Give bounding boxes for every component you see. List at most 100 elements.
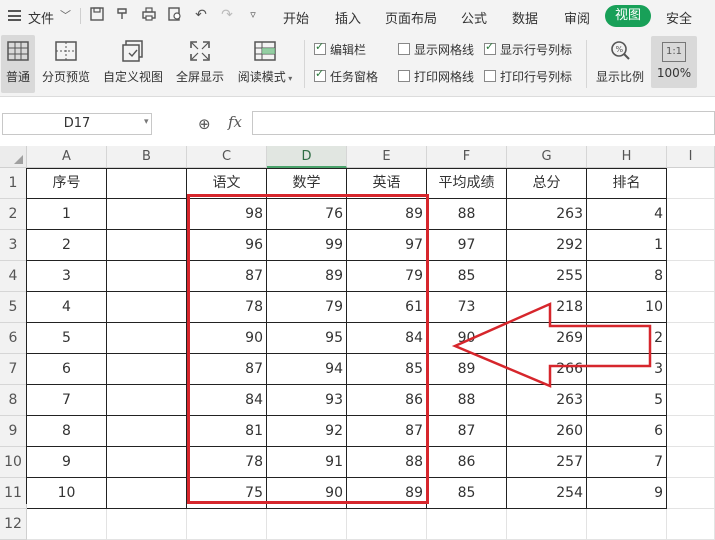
column-header-b[interactable]: B (107, 146, 187, 168)
table-cell[interactable]: 98 (187, 199, 267, 230)
table-cell[interactable]: 85 (427, 261, 507, 292)
table-cell[interactable]: 91 (267, 447, 347, 478)
empty-cell[interactable] (667, 261, 715, 292)
empty-cell[interactable] (667, 416, 715, 447)
table-cell[interactable]: 87 (187, 261, 267, 292)
table-cell[interactable] (107, 230, 187, 261)
hamburger-menu-icon[interactable] (8, 10, 21, 21)
tab-formulas[interactable]: 公式 (461, 8, 487, 27)
tab-security[interactable]: 安全 (666, 8, 692, 27)
table-cell[interactable] (107, 478, 187, 509)
empty-cell[interactable] (667, 509, 715, 540)
empty-cell[interactable] (187, 509, 267, 540)
empty-cell[interactable] (267, 509, 347, 540)
chevron-down-icon[interactable]: ﹀ (60, 7, 71, 23)
table-cell[interactable] (107, 323, 187, 354)
table-cell[interactable] (107, 416, 187, 447)
table-cell[interactable]: 78 (187, 447, 267, 478)
table-cell[interactable]: 76 (267, 199, 347, 230)
table-cell[interactable]: 6 (587, 416, 667, 447)
column-header-c[interactable]: C (187, 146, 267, 168)
empty-cell[interactable] (667, 478, 715, 509)
table-cell[interactable]: 99 (267, 230, 347, 261)
table-cell[interactable] (107, 292, 187, 323)
empty-cell[interactable] (347, 509, 427, 540)
tab-review[interactable]: 审阅 (564, 8, 590, 27)
column-header-f[interactable]: F (427, 146, 507, 168)
table-cell[interactable]: 3 (587, 354, 667, 385)
zoom-100-button[interactable]: 1:1 100% (651, 36, 697, 88)
row-header-5[interactable]: 5 (0, 292, 27, 323)
empty-cell[interactable] (107, 509, 187, 540)
table-cell[interactable]: 90 (267, 478, 347, 509)
empty-cell[interactable] (667, 385, 715, 416)
name-box[interactable]: D17 (2, 113, 152, 135)
empty-cell[interactable] (507, 509, 587, 540)
table-cell[interactable]: 263 (507, 385, 587, 416)
table-cell[interactable]: 263 (507, 199, 587, 230)
table-cell[interactable]: 269 (507, 323, 587, 354)
table-header-cell[interactable]: 英语 (347, 168, 427, 199)
table-cell[interactable]: 85 (427, 478, 507, 509)
row-header-11[interactable]: 11 (0, 478, 27, 509)
empty-cell[interactable] (667, 323, 715, 354)
table-cell[interactable]: 4 (27, 292, 107, 323)
chevron-down-icon[interactable]: ▾ (144, 117, 149, 127)
column-header-a[interactable]: A (27, 146, 107, 168)
undo-icon[interactable]: ↶ (192, 6, 210, 24)
table-cell[interactable]: 90 (427, 323, 507, 354)
save-icon[interactable] (88, 6, 106, 24)
zoom-in-icon[interactable]: ⊕ (198, 115, 211, 133)
table-header-cell[interactable]: 排名 (587, 168, 667, 199)
reading-mode-button[interactable]: 阅读模式 ▾ (234, 35, 296, 93)
table-cell[interactable]: 266 (507, 354, 587, 385)
table-cell[interactable]: 10 (587, 292, 667, 323)
table-cell[interactable] (107, 261, 187, 292)
file-menu[interactable]: 文件 (28, 8, 54, 27)
table-cell[interactable]: 8 (587, 261, 667, 292)
full-screen-button[interactable]: 全屏显示 (174, 35, 226, 93)
formula-bar-checkbox[interactable] (314, 40, 326, 55)
table-cell[interactable]: 75 (187, 478, 267, 509)
table-cell[interactable]: 2 (587, 323, 667, 354)
table-cell[interactable]: 8 (27, 416, 107, 447)
print-icon[interactable] (140, 6, 158, 24)
table-cell[interactable]: 257 (507, 447, 587, 478)
table-cell[interactable]: 5 (27, 323, 107, 354)
show-gridlines-checkbox[interactable] (398, 43, 410, 55)
empty-cell[interactable] (27, 509, 107, 540)
table-cell[interactable]: 7 (587, 447, 667, 478)
column-header-i[interactable]: I (667, 146, 715, 168)
table-cell[interactable]: 97 (427, 230, 507, 261)
table-cell[interactable]: 79 (347, 261, 427, 292)
format-painter-icon[interactable] (114, 6, 132, 24)
table-cell[interactable]: 88 (427, 199, 507, 230)
select-all-corner[interactable] (0, 146, 27, 168)
table-cell[interactable]: 87 (347, 416, 427, 447)
tab-data[interactable]: 数据 (512, 8, 538, 27)
show-headers-checkbox[interactable] (484, 40, 496, 55)
table-cell[interactable]: 78 (187, 292, 267, 323)
row-header-12[interactable]: 12 (0, 509, 27, 540)
column-header-e[interactable]: E (347, 146, 427, 168)
table-cell[interactable]: 6 (27, 354, 107, 385)
table-header-cell[interactable]: 语文 (187, 168, 267, 199)
row-header-2[interactable]: 2 (0, 199, 27, 230)
table-cell[interactable]: 88 (347, 447, 427, 478)
table-cell[interactable] (107, 385, 187, 416)
table-cell[interactable]: 88 (427, 385, 507, 416)
normal-view-button[interactable]: 普通 (1, 35, 35, 93)
row-header-7[interactable]: 7 (0, 354, 27, 385)
table-cell[interactable]: 7 (27, 385, 107, 416)
print-gridlines-checkbox[interactable] (398, 70, 410, 82)
row-header-4[interactable]: 4 (0, 261, 27, 292)
table-cell[interactable] (107, 447, 187, 478)
table-cell[interactable]: 94 (267, 354, 347, 385)
customize-quick-access-icon[interactable]: ▿ (244, 6, 262, 24)
table-cell[interactable]: 96 (187, 230, 267, 261)
table-cell[interactable]: 292 (507, 230, 587, 261)
tab-page-layout[interactable]: 页面布局 (385, 8, 437, 27)
table-cell[interactable]: 9 (27, 447, 107, 478)
table-header-cell[interactable]: 平均成绩 (427, 168, 507, 199)
table-cell[interactable]: 254 (507, 478, 587, 509)
